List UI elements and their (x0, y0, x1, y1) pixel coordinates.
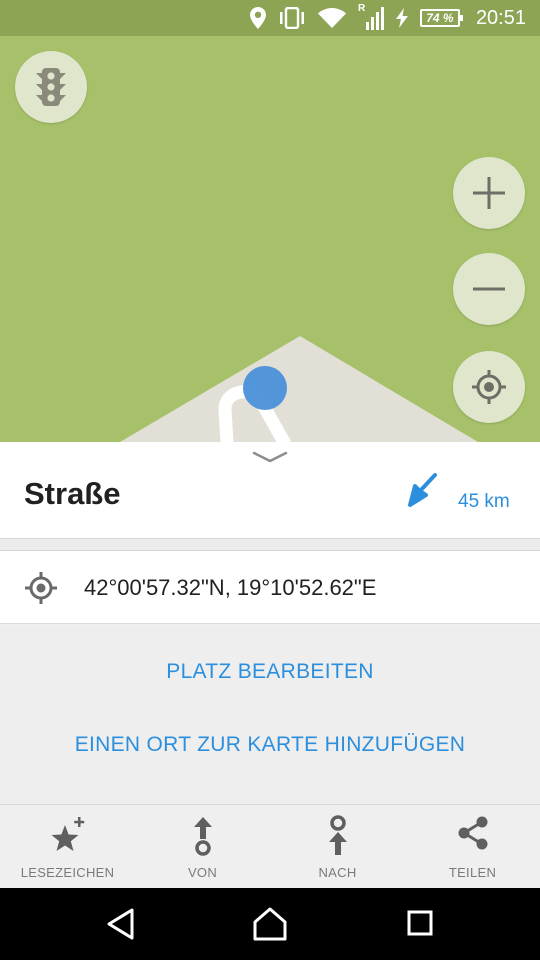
status-bar: R 74 % 20:51 (0, 0, 540, 36)
tab-to-label: NACH (318, 865, 357, 880)
charging-icon (395, 8, 408, 28)
recent-apps-icon[interactable] (406, 906, 436, 942)
tab-from-label: VON (187, 865, 218, 880)
coordinates-row[interactable]: 42°00'57.32"N, 19°10'52.62"E (0, 551, 540, 624)
direction-arrow-icon (408, 473, 437, 507)
traffic-icon (36, 68, 66, 106)
vibrate-icon (279, 7, 304, 29)
tab-share-label: TEILEN (448, 865, 497, 880)
back-icon[interactable] (105, 906, 137, 942)
add-place-button[interactable]: EINEN ORT ZUR KARTE HINZUFÜGEN (0, 733, 540, 757)
zoom-in-icon (473, 177, 505, 209)
route-to-icon (328, 815, 347, 855)
place-title: Straße (24, 476, 121, 511)
edit-place-button[interactable]: PLATZ BEARBEITEN (0, 660, 540, 684)
place-actions: PLATZ BEARBEITEN EINEN ORT ZUR KARTE HIN… (0, 625, 540, 804)
battery-icon: 74 % (419, 9, 463, 27)
signal-icon (365, 7, 384, 30)
wifi-icon (317, 8, 346, 28)
map-view[interactable] (0, 36, 540, 442)
system-navigation-bar (0, 888, 540, 960)
place-card[interactable]: Straße 45 km (0, 442, 540, 538)
coordinates-text: 42°00'57.32"N, 19°10'52.62"E (84, 575, 377, 600)
status-icons: R 74 % 20:51 (249, 0, 526, 36)
route-from-icon (193, 817, 212, 856)
location-icon (249, 7, 266, 29)
status-clock: 20:51 (475, 6, 526, 29)
zoom-out-button[interactable] (453, 253, 525, 325)
zoom-out-icon (473, 287, 505, 291)
my-location-icon (472, 370, 506, 404)
share-icon (458, 816, 487, 850)
tab-share[interactable]: TEILEN (405, 805, 540, 889)
tab-to[interactable]: NACH (270, 805, 405, 889)
tab-bookmark[interactable]: LESEZEICHEN (0, 805, 135, 889)
bookmark-star-icon (51, 817, 84, 851)
chevron-down-icon[interactable] (252, 450, 288, 464)
traffic-button[interactable] (15, 51, 87, 123)
bottom-action-bar: LESEZEICHEN VON NACH TEILEN (0, 804, 540, 888)
current-position-marker (243, 366, 287, 410)
zoom-in-button[interactable] (453, 157, 525, 229)
tab-bookmark-label: LESEZEICHEN (20, 865, 115, 880)
battery-percent: 74 % (426, 11, 454, 25)
tab-from[interactable]: VON (135, 805, 270, 889)
home-icon[interactable] (252, 906, 288, 942)
place-distance: 45 km (458, 491, 510, 512)
divider (0, 538, 540, 551)
coordinates-icon (25, 572, 57, 604)
my-location-button[interactable] (453, 351, 525, 423)
